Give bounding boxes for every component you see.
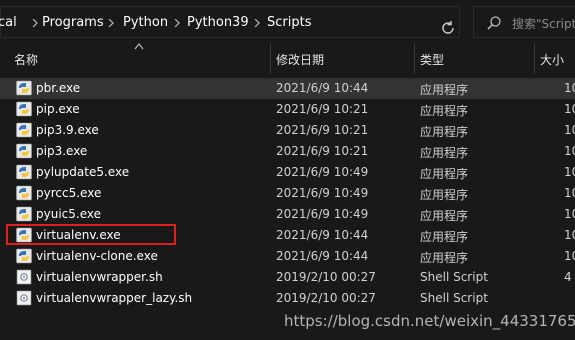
file-size: 10 [564,81,575,95]
file-type: 应用程序 [420,146,469,160]
column-divider[interactable] [270,44,271,74]
watermark-text: https://blog.csdn.net/weixin_44331765 [284,312,575,330]
sort-ascending-icon [134,43,144,50]
file-date: 2021/6/9 10:21 [276,102,369,116]
chevron-right-icon[interactable] [107,19,115,27]
file-type: 应用程序 [420,209,469,223]
chevron-right-icon[interactable] [173,19,181,27]
file-date: 2019/2/10 00:27 [276,291,376,305]
file-size: 10 [564,249,575,263]
python-exe-icon [16,80,32,96]
python-exe-icon [16,185,32,201]
python-exe-icon [16,122,32,138]
file-size: 10 [564,186,575,200]
search-placeholder: 搜索"Script [512,17,575,31]
shell-script-icon [16,269,32,285]
breadcrumb-item[interactable]: Programs [42,15,104,30]
file-date: 2021/6/9 10:49 [276,207,369,221]
column-header-type[interactable]: 类型 [420,51,444,68]
file-date: 2021/6/9 10:49 [276,165,369,179]
file-type: 应用程序 [420,188,469,202]
search-icon [487,16,501,30]
file-type: Shell Script [420,291,488,305]
file-row[interactable]: pip3.9.exe 2021/6/9 10:21 应用程序 10 [0,120,575,141]
python-exe-icon [16,143,32,159]
python-exe-icon [16,206,32,222]
file-date: 2021/6/9 10:44 [276,81,369,95]
column-header-date[interactable]: 修改日期 [276,51,324,68]
file-name: virtualenvwrapper.sh [36,270,163,284]
file-size: 10 [564,207,575,221]
search-input[interactable]: 搜索"Script [473,6,575,38]
address-bar[interactable]: cal Programs Python Python39 Scripts [0,6,460,38]
file-name: pyuic5.exe [36,207,101,221]
breadcrumb-item[interactable]: Python39 [187,15,249,30]
column-header-size[interactable]: 大小 [540,51,564,68]
file-date: 2021/6/9 10:21 [276,123,369,137]
breadcrumb-current[interactable]: Scripts [267,15,311,30]
file-row[interactable]: pip3.exe 2021/6/9 10:21 应用程序 10 [0,141,575,162]
shell-script-icon [16,290,32,306]
file-name: pyrcc5.exe [36,186,102,200]
file-type: 应用程序 [420,83,469,97]
file-row[interactable]: pip.exe 2021/6/9 10:21 应用程序 10 [0,99,575,120]
file-date: 2021/6/9 10:21 [276,144,369,158]
column-header-name[interactable]: 名称 [14,51,38,68]
file-date: 2021/6/9 10:44 [276,228,369,242]
file-name: pbr.exe [36,81,81,95]
file-type: 应用程序 [420,167,469,181]
file-size: 4 [564,270,572,284]
chevron-right-icon[interactable] [31,19,39,27]
file-type: 应用程序 [420,251,469,265]
python-exe-icon [16,164,32,180]
file-row[interactable]: pyrcc5.exe 2021/6/9 10:49 应用程序 10 [0,183,575,204]
file-size: 10 [564,144,575,158]
file-date: 2019/2/10 00:27 [276,270,376,284]
file-size: 10 [564,165,575,179]
file-row[interactable]: virtualenv-clone.exe 2021/6/9 10:44 应用程序 10 [0,246,575,267]
column-divider[interactable] [414,44,415,74]
file-type: Shell Script [420,270,488,284]
file-row[interactable]: virtualenvwrapper.sh 2019/2/10 00:27 Shell… [0,267,575,288]
file-date: 2021/6/9 10:44 [276,249,369,263]
file-size: 10 [564,102,575,116]
column-header-row: 名称 修改日期 类型 大小 [0,43,575,74]
file-row[interactable]: pyuic5.exe 2021/6/9 10:49 应用程序 10 [0,204,575,225]
file-name: virtualenv-clone.exe [36,249,158,263]
file-date: 2021/6/9 10:49 [276,186,369,200]
file-size: 10 [564,228,575,242]
file-type: 应用程序 [420,230,469,244]
chevron-right-icon[interactable] [253,19,261,27]
file-row[interactable]: virtualenvwrapper_lazy.sh 2019/2/10 00:27… [0,288,575,309]
file-type: 应用程序 [420,125,469,139]
file-name: pip3.exe [36,144,88,158]
file-row[interactable]: pbr.exe 2021/6/9 10:44 应用程序 10 [0,78,575,99]
breadcrumb-item[interactable]: Python [123,15,168,30]
breadcrumb-item[interactable]: cal [0,15,17,30]
file-name: pip.exe [36,102,80,116]
refresh-icon[interactable] [439,19,457,37]
file-type: 应用程序 [420,104,469,118]
column-divider[interactable] [534,44,535,74]
file-row[interactable]: pylupdate5.exe 2021/6/9 10:49 应用程序 10 [0,162,575,183]
file-name: pylupdate5.exe [36,165,130,179]
python-exe-icon [16,248,32,264]
highlight-annotation [6,224,176,245]
python-exe-icon [16,101,32,117]
file-name: pip3.9.exe [36,123,99,137]
file-name: virtualenvwrapper_lazy.sh [36,291,193,305]
file-size: 10 [564,123,575,137]
